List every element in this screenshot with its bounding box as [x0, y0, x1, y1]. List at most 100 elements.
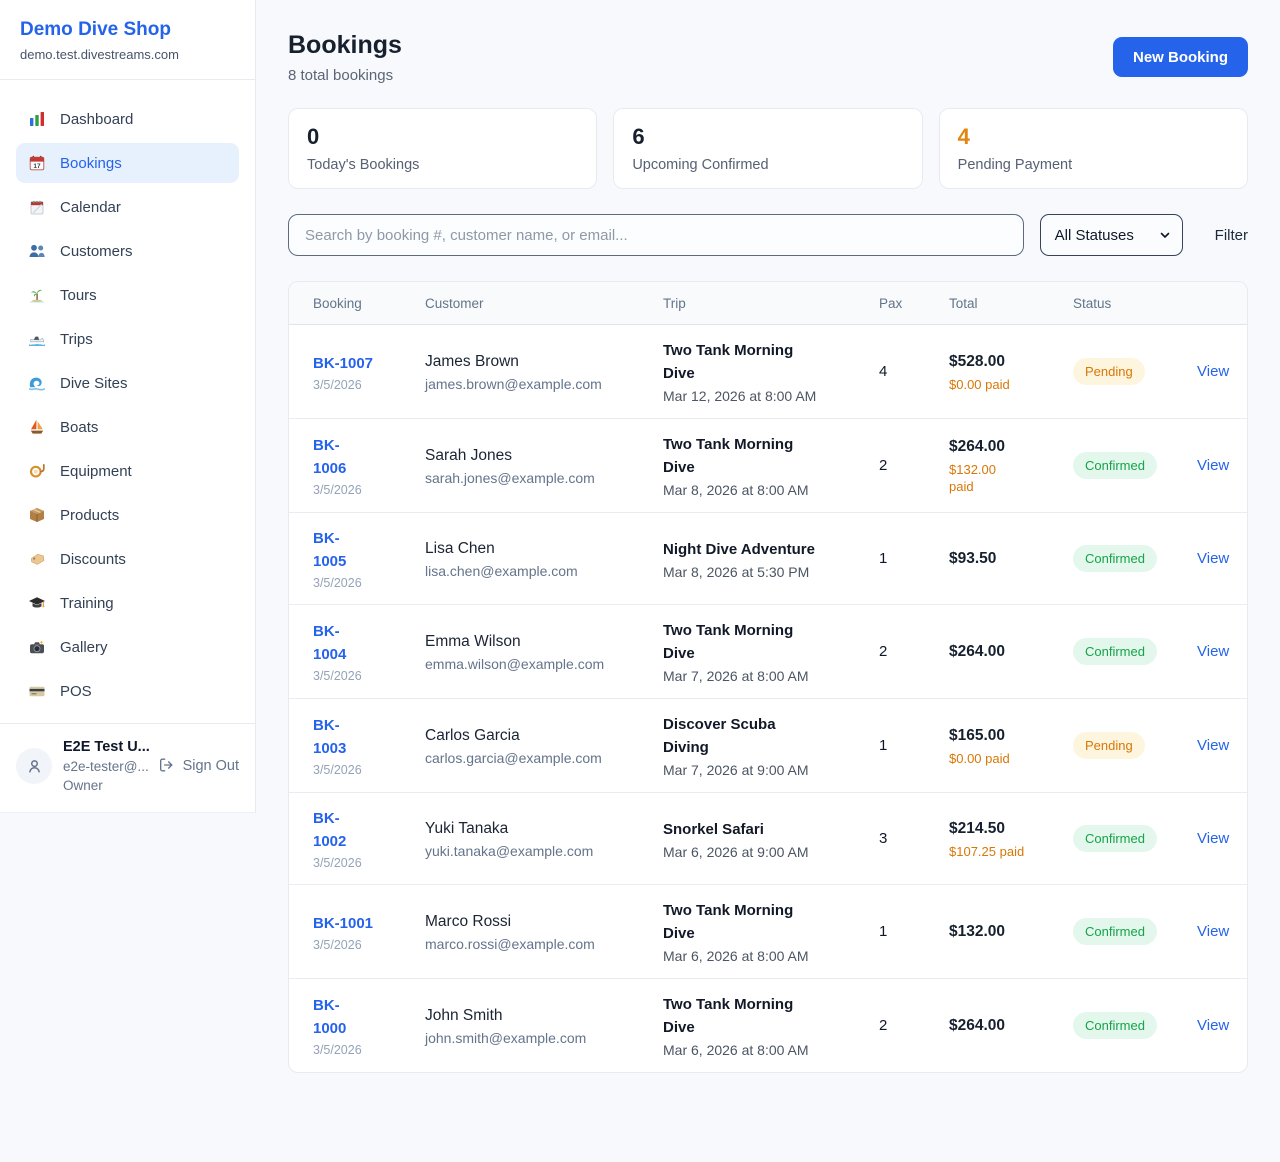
- table-row: BK-10053/5/2026Lisa Chenlisa.chen@exampl…: [289, 512, 1247, 604]
- booking-id-link[interactable]: BK-1004: [313, 620, 425, 666]
- customer-email: emma.wilson@example.com: [425, 656, 663, 672]
- customer-name: James Brown: [425, 351, 663, 372]
- page-title: Bookings: [288, 30, 402, 60]
- stat-card-pending-payment: 4Pending Payment: [939, 108, 1248, 189]
- sidebar-item-dashboard[interactable]: Dashboard: [16, 99, 239, 139]
- paid-amount: $132.00paid: [949, 461, 1073, 495]
- booking-id-link[interactable]: BK-1002: [313, 807, 425, 853]
- view-link[interactable]: View: [1189, 643, 1229, 660]
- status-badge: Confirmed: [1073, 1012, 1157, 1039]
- total-cell: $264.00: [949, 641, 1073, 662]
- booking-id-link[interactable]: BK-1005: [313, 527, 425, 573]
- status-filter-select[interactable]: All Statuses: [1040, 214, 1183, 256]
- pax-count: 1: [879, 737, 949, 754]
- sidebar-item-equipment[interactable]: Equipment: [16, 451, 239, 491]
- desert-island-icon: [28, 286, 46, 304]
- table-row: BK-10063/5/2026Sarah Jonessarah.jones@ex…: [289, 418, 1247, 512]
- view-link[interactable]: View: [1189, 1017, 1229, 1034]
- trip-date: Mar 7, 2026 at 8:00 AM: [663, 668, 879, 684]
- status-cell: Confirmed: [1073, 825, 1189, 852]
- new-booking-button[interactable]: New Booking: [1113, 37, 1248, 77]
- view-link[interactable]: View: [1189, 457, 1229, 474]
- total-cell: $132.00: [949, 921, 1073, 942]
- trip-name: Two Tank MorningDive: [663, 433, 879, 479]
- status-badge: Confirmed: [1073, 918, 1157, 945]
- sidebar-item-discounts[interactable]: Discounts: [16, 539, 239, 579]
- trip-cell: Two Tank MorningDiveMar 8, 2026 at 8:00 …: [663, 433, 879, 498]
- booking-cell: BK-10073/5/2026: [313, 352, 425, 392]
- credit-card-icon: [28, 682, 46, 700]
- booking-id-link[interactable]: BK-1007: [313, 352, 425, 375]
- trip-name: Two Tank MorningDive: [663, 619, 879, 665]
- total-amount: $264.00: [949, 436, 1073, 457]
- status-badge: Confirmed: [1073, 825, 1157, 852]
- booking-date: 3/5/2026: [313, 669, 425, 683]
- view-link[interactable]: View: [1189, 737, 1229, 754]
- customer-name: Lisa Chen: [425, 538, 663, 559]
- two-people-icon: [28, 242, 46, 260]
- status-cell: Confirmed: [1073, 452, 1189, 479]
- view-link[interactable]: View: [1189, 830, 1229, 847]
- booking-cell: BK-10023/5/2026: [313, 807, 425, 870]
- total-amount: $264.00: [949, 1015, 1073, 1036]
- bookings-calendar-icon: 17: [28, 154, 46, 172]
- wave-icon: [28, 374, 46, 392]
- customer-cell: Lisa Chen lisa.chen@example.com: [425, 538, 663, 579]
- sidebar-item-bookings[interactable]: 17Bookings: [16, 143, 239, 183]
- sidebar-item-trips[interactable]: Trips: [16, 319, 239, 359]
- trip-date: Mar 7, 2026 at 9:00 AM: [663, 762, 879, 778]
- sidebar-nav: Dashboard17BookingsCalendarCustomers Tour…: [0, 80, 255, 723]
- brand-domain: demo.test.divestreams.com: [20, 46, 235, 64]
- status-cell: Confirmed: [1073, 1012, 1189, 1039]
- total-cell: $93.50: [949, 548, 1073, 569]
- sidebar-item-calendar[interactable]: Calendar: [16, 187, 239, 227]
- customer-name: Emma Wilson: [425, 631, 663, 652]
- sidebar-item-gallery[interactable]: Gallery: [16, 627, 239, 667]
- pax-count: 2: [879, 457, 949, 474]
- speedboat-icon: [28, 330, 46, 348]
- customer-cell: James Brown james.brown@example.com: [425, 351, 663, 392]
- view-link[interactable]: View: [1189, 923, 1229, 940]
- sign-out-button[interactable]: Sign Out: [158, 757, 239, 775]
- pax-count: 2: [879, 643, 949, 660]
- booking-id-link[interactable]: BK-1001: [313, 912, 425, 935]
- avatar: [16, 748, 52, 784]
- status-filter-value: All Statuses: [1055, 227, 1134, 244]
- brand-title[interactable]: Demo Dive Shop: [20, 17, 235, 42]
- sidebar-item-label: Tours: [60, 287, 97, 304]
- customer-email: lisa.chen@example.com: [425, 563, 663, 579]
- view-cell: View: [1189, 457, 1229, 475]
- trip-name: Two Tank MorningDive: [663, 899, 879, 945]
- sidebar-item-customers[interactable]: Customers: [16, 231, 239, 271]
- stat-label: Upcoming Confirmed: [632, 157, 903, 173]
- sidebar-item-tours[interactable]: Tours: [16, 275, 239, 315]
- graduation-cap-icon: [28, 594, 46, 612]
- total-cell: $528.00$0.00 paid: [949, 351, 1073, 393]
- booking-id-link[interactable]: BK-1006: [313, 434, 425, 480]
- sidebar-item-pos[interactable]: POS: [16, 671, 239, 711]
- page-title-block: Bookings 8 total bookings: [288, 30, 402, 84]
- column-header-status: Status: [1073, 296, 1189, 311]
- customer-cell: Carlos Garciacarlos.garcia@example.com: [425, 725, 663, 766]
- status-cell: Confirmed: [1073, 638, 1189, 665]
- total-amount: $214.50: [949, 818, 1073, 839]
- filter-button[interactable]: Filter: [1215, 227, 1248, 244]
- customer-email: james.brown@example.com: [425, 376, 663, 392]
- view-link[interactable]: View: [1189, 363, 1229, 380]
- booking-id-link[interactable]: BK-1003: [313, 714, 425, 760]
- view-link[interactable]: View: [1189, 550, 1229, 567]
- bookings-table: BookingCustomerTripPaxTotalStatus BK-100…: [288, 281, 1248, 1073]
- customer-email: sarah.jones@example.com: [425, 470, 663, 486]
- sidebar-item-training[interactable]: Training: [16, 583, 239, 623]
- sidebar-item-boats[interactable]: Boats: [16, 407, 239, 447]
- sidebar-item-products[interactable]: Products: [16, 495, 239, 535]
- sidebar-item-dive-sites[interactable]: Dive Sites: [16, 363, 239, 403]
- trip-cell: Two Tank MorningDiveMar 6, 2026 at 8:00 …: [663, 899, 879, 964]
- package-icon: [28, 506, 46, 524]
- search-input[interactable]: [288, 214, 1024, 256]
- booking-cell: BK-10033/5/2026: [313, 714, 425, 777]
- booking-id-link[interactable]: BK-1000: [313, 994, 425, 1040]
- pax-count: 2: [879, 1017, 949, 1034]
- sidebar-item-label: Discounts: [60, 551, 126, 568]
- user-name: E2E Test U...: [63, 738, 147, 756]
